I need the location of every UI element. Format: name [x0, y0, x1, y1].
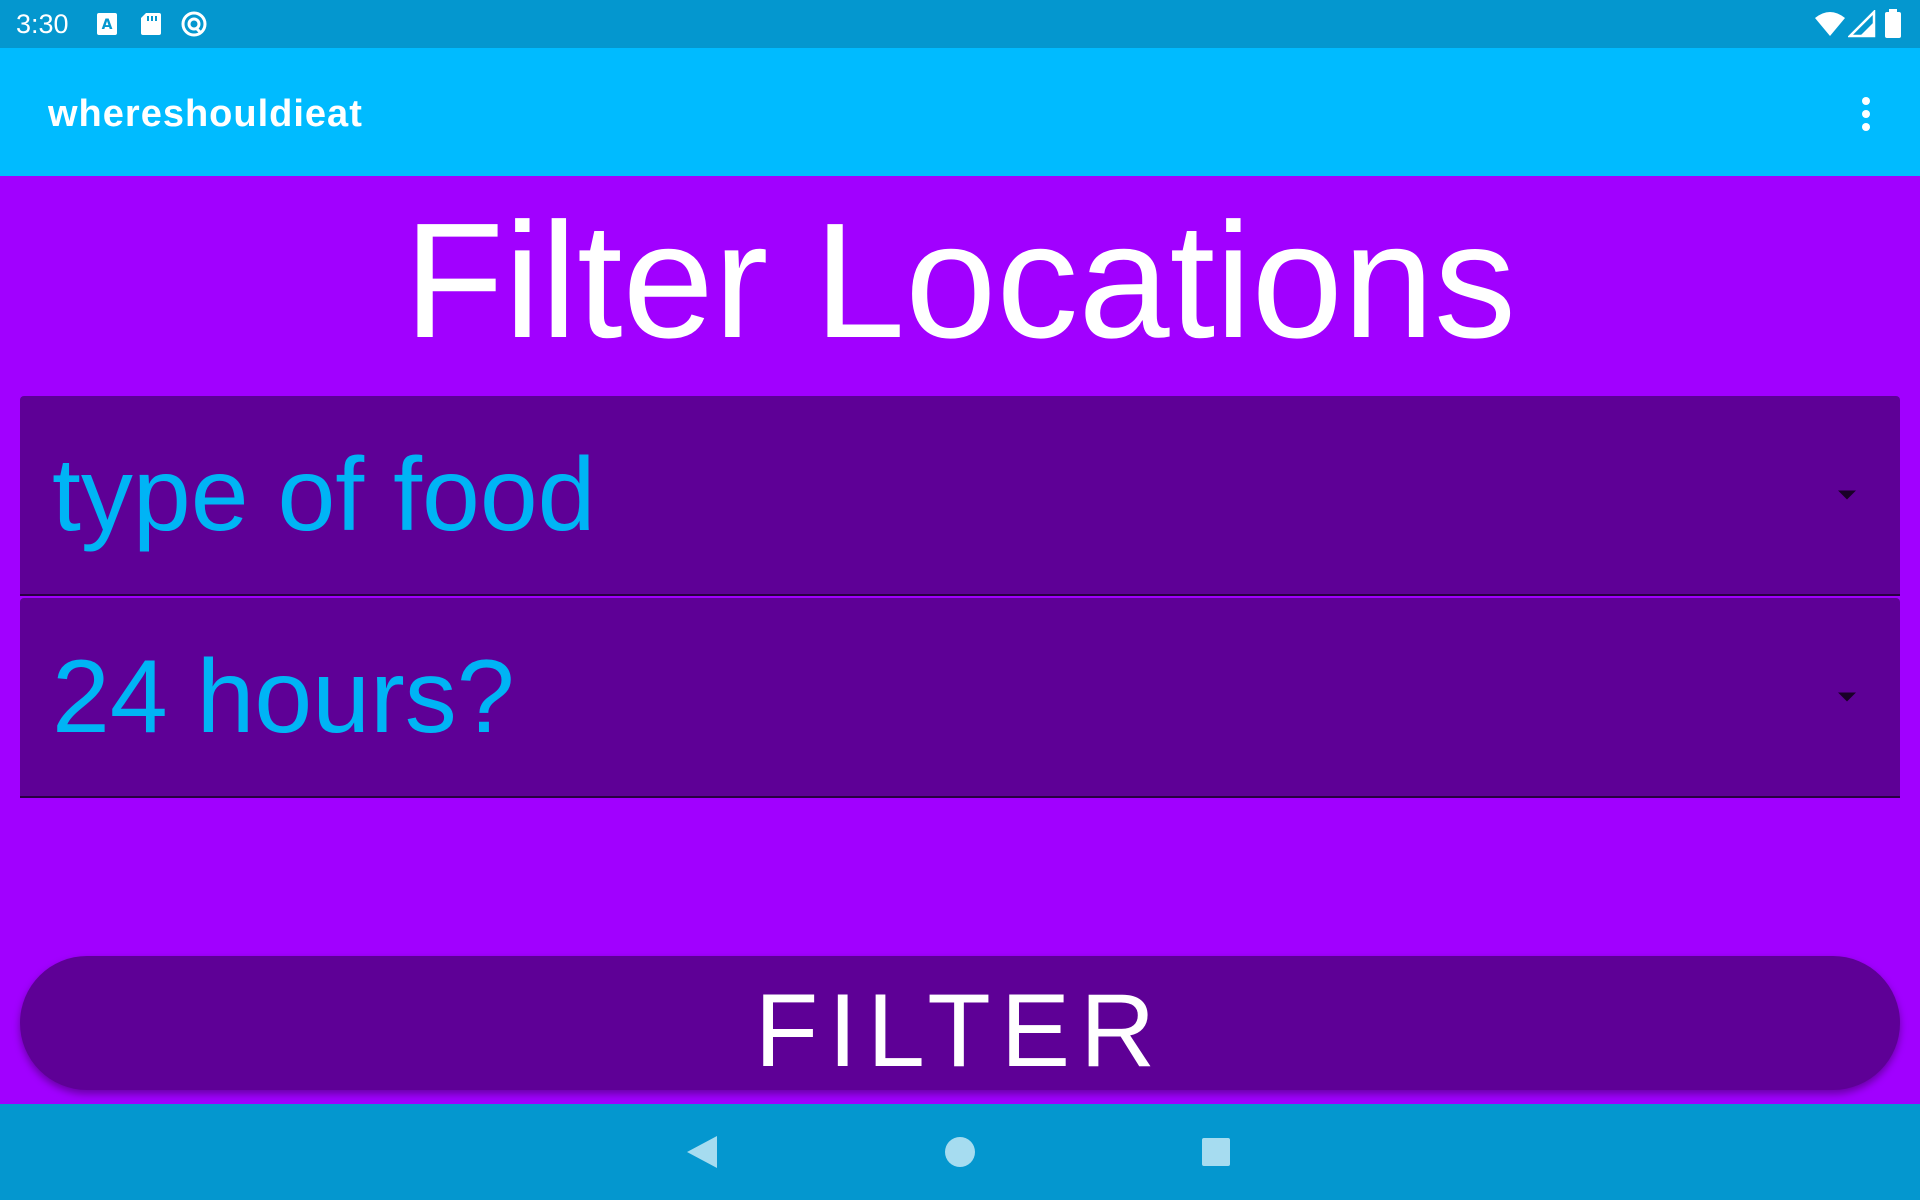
page-title: Filter Locations	[403, 189, 1517, 372]
back-icon	[687, 1136, 717, 1168]
home-button[interactable]	[930, 1122, 990, 1182]
back-button[interactable]	[672, 1122, 732, 1182]
overflow-menu-button[interactable]	[1836, 84, 1896, 144]
no-disturb-icon	[181, 11, 207, 37]
food-type-spinner-label: type of food	[52, 437, 596, 553]
signal-icon	[1848, 10, 1876, 38]
hours-spinner-label: 24 hours?	[52, 639, 515, 755]
status-bar: 3:30 A	[0, 0, 1920, 48]
a-keyboard-icon: A	[97, 13, 117, 35]
svg-text:A: A	[102, 17, 113, 33]
battery-icon	[1885, 9, 1901, 38]
filter-button-label: FILTER	[754, 973, 1166, 1089]
hours-spinner[interactable]: 24 hours?	[20, 598, 1900, 798]
sd-card-icon	[141, 13, 161, 35]
recents-button[interactable]	[1186, 1122, 1246, 1182]
filter-button[interactable]: FILTER	[20, 956, 1900, 1090]
food-type-spinner[interactable]: type of food	[20, 396, 1900, 596]
recents-icon	[1202, 1138, 1230, 1166]
more-vert-icon	[1862, 97, 1870, 131]
dropdown-arrow-icon	[1838, 490, 1856, 500]
dropdown-arrow-icon	[1838, 692, 1856, 702]
status-time: 3:30	[16, 9, 69, 39]
navigation-bar	[0, 1104, 1920, 1200]
home-icon	[945, 1137, 975, 1167]
app-title: whereshouldieat	[48, 93, 363, 135]
app-bar: whereshouldieat	[0, 48, 1920, 176]
wifi-icon	[1815, 12, 1845, 36]
